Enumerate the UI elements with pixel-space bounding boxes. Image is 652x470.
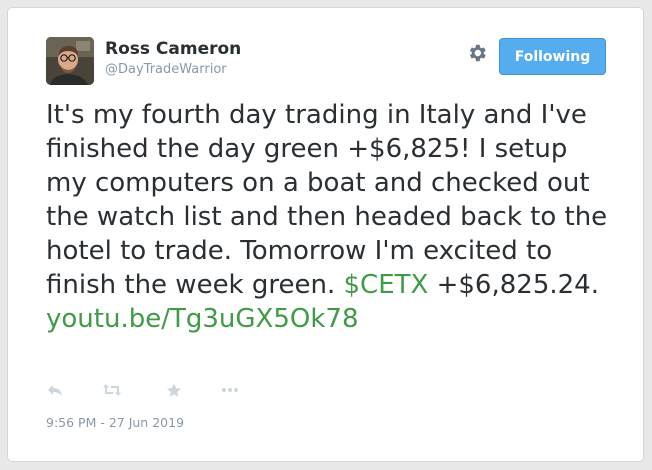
display-name[interactable]: Ross Cameron [105,39,241,59]
tweet-card: Ross Cameron @DayTradeWarrior Following … [7,7,644,462]
retweet-icon[interactable] [102,382,124,402]
tweet-text: It's my fourth day trading in Italy and … [46,98,616,336]
reply-icon[interactable] [46,382,68,402]
gear-icon[interactable] [466,42,488,64]
star-icon[interactable] [165,382,187,402]
following-button[interactable]: Following [499,38,606,75]
avatar[interactable] [46,37,94,85]
tweet-timestamp[interactable]: 9:56 PM - 27 Jun 2019 [46,415,184,430]
user-handle[interactable]: @DayTradeWarrior [105,62,227,77]
youtube-link[interactable]: youtu.be/Tg3uGX5Ok78 [46,304,358,334]
cashtag-link[interactable]: $CETX [344,270,429,300]
more-icon[interactable] [220,382,242,402]
tweet-body-part2: +$6,825.24. [428,270,599,300]
